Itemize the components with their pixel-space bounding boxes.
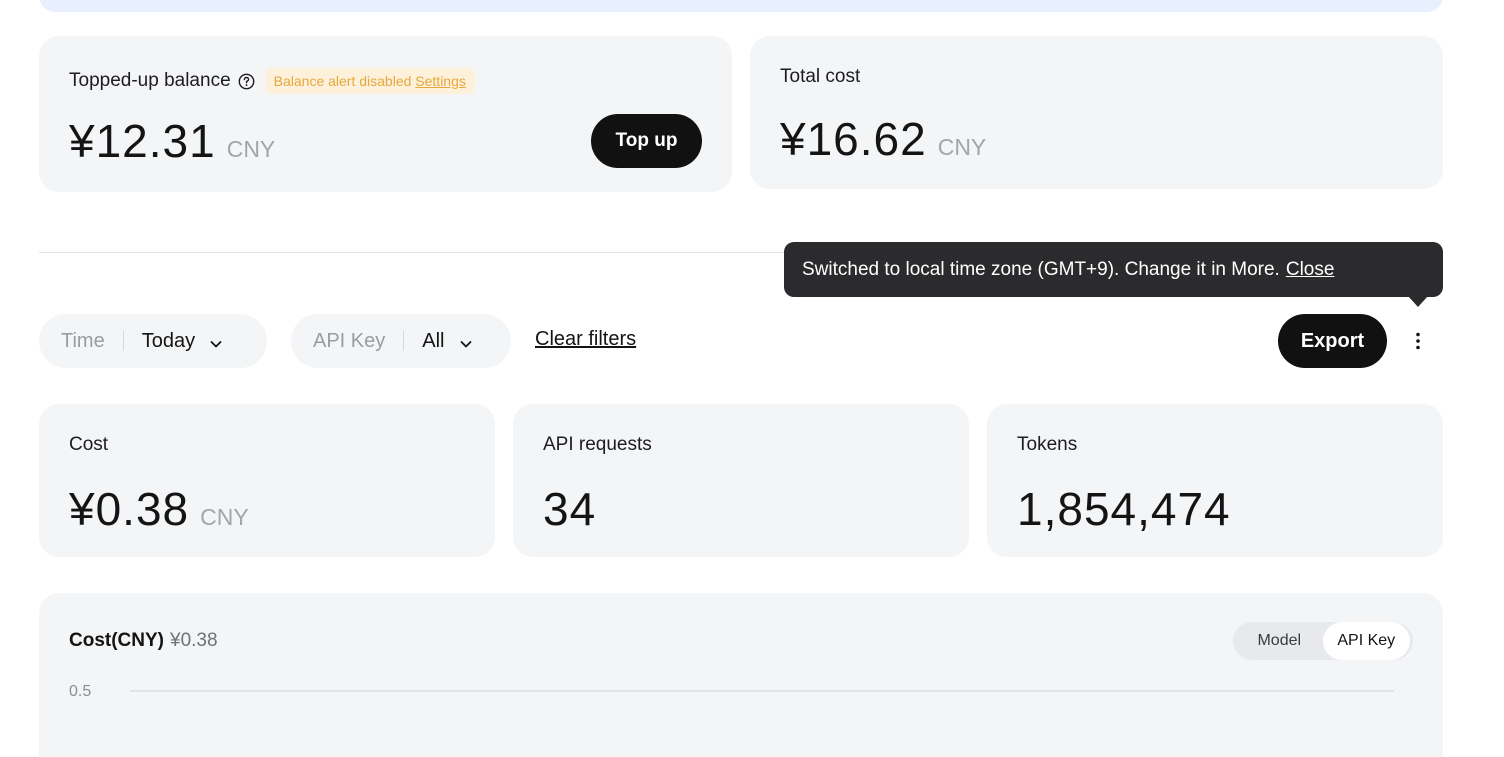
y-tick-label: 0.5 — [69, 683, 91, 700]
toggle-api-key[interactable]: API Key — [1322, 622, 1410, 660]
tokens-stat-card: Tokens 1,854,474 — [987, 404, 1443, 557]
cost-chart: 0.5 — [69, 683, 1394, 700]
cost-stat-amount: ¥0.38 CNY — [69, 482, 249, 536]
balance-amount: ¥12.31 CNY — [69, 114, 275, 168]
balance-unit: CNY — [226, 136, 276, 162]
cost-stat-unit: CNY — [200, 504, 249, 530]
balance-label-row: Topped-up balance Balance alert disabled… — [69, 68, 475, 94]
export-button[interactable]: Export — [1278, 314, 1387, 368]
tokens-stat-label: Tokens — [1017, 434, 1078, 455]
requests-stat-card: API requests 34 — [513, 404, 969, 557]
total-cost-unit: CNY — [937, 134, 987, 160]
tokens-stat-value: 1,854,474 — [1017, 483, 1231, 535]
chart-group-toggle: Model API Key — [1233, 622, 1413, 660]
timezone-tooltip: Switched to local time zone (GMT+9). Cha… — [784, 242, 1443, 297]
balance-value: ¥12.31 — [69, 115, 216, 167]
top-banner — [39, 0, 1443, 12]
chart-total-value: ¥0.38 — [170, 630, 218, 651]
filter-separator — [122, 331, 124, 351]
cost-stat-value: ¥0.38 — [69, 483, 190, 535]
api-key-filter-value: All — [422, 329, 445, 352]
filter-separator — [403, 331, 405, 351]
api-key-filter-label: API Key — [313, 329, 386, 352]
chevron-down-icon — [459, 334, 473, 348]
balance-alert-badge: Balance alert disabled Settings — [264, 68, 475, 94]
cost-stat-card: Cost ¥0.38 CNY — [39, 404, 495, 557]
cost-stat-label: Cost — [69, 434, 109, 455]
time-filter-value: Today — [141, 329, 196, 352]
chart-title-text: Cost(CNY) — [69, 630, 164, 651]
toggle-model[interactable]: Model — [1236, 622, 1323, 660]
usage-page: Topped-up balance Balance alert disabled… — [0, 0, 1504, 757]
requests-stat-label: API requests — [543, 434, 652, 455]
help-icon[interactable] — [238, 73, 255, 90]
balance-card: Topped-up balance Balance alert disabled… — [39, 36, 732, 192]
total-cost-amount: ¥16.62 CNY — [780, 112, 986, 166]
alert-text: Balance alert disabled — [273, 73, 412, 89]
total-cost-value: ¥16.62 — [780, 113, 927, 165]
balance-label: Topped-up balance — [69, 70, 231, 91]
clear-filters-link[interactable]: Clear filters — [535, 328, 636, 351]
time-filter-label: Time — [61, 329, 105, 352]
time-filter[interactable]: Time Today — [39, 314, 267, 368]
cost-chart-card: Cost(CNY) ¥0.38 Model API Key 0.5 — [39, 593, 1443, 757]
tooltip-arrow — [1408, 296, 1428, 307]
more-options-button[interactable] — [1404, 326, 1432, 356]
requests-stat-amount: 34 — [543, 482, 596, 536]
chart-title: Cost(CNY) ¥0.38 — [69, 630, 218, 652]
alert-settings-link[interactable]: Settings — [415, 73, 466, 89]
tokens-stat-amount: 1,854,474 — [1017, 482, 1231, 536]
tooltip-close-link[interactable]: Close — [1286, 259, 1335, 281]
total-cost-label: Total cost — [780, 66, 861, 87]
api-key-filter[interactable]: API Key All — [291, 314, 511, 368]
top-up-button[interactable]: Top up — [591, 114, 702, 168]
total-cost-card: Total cost ¥16.62 CNY — [750, 36, 1443, 189]
more-vertical-icon — [1416, 332, 1420, 350]
tooltip-text: Switched to local time zone (GMT+9). Cha… — [802, 258, 1280, 280]
chevron-down-icon — [209, 334, 223, 348]
requests-stat-value: 34 — [543, 483, 597, 535]
